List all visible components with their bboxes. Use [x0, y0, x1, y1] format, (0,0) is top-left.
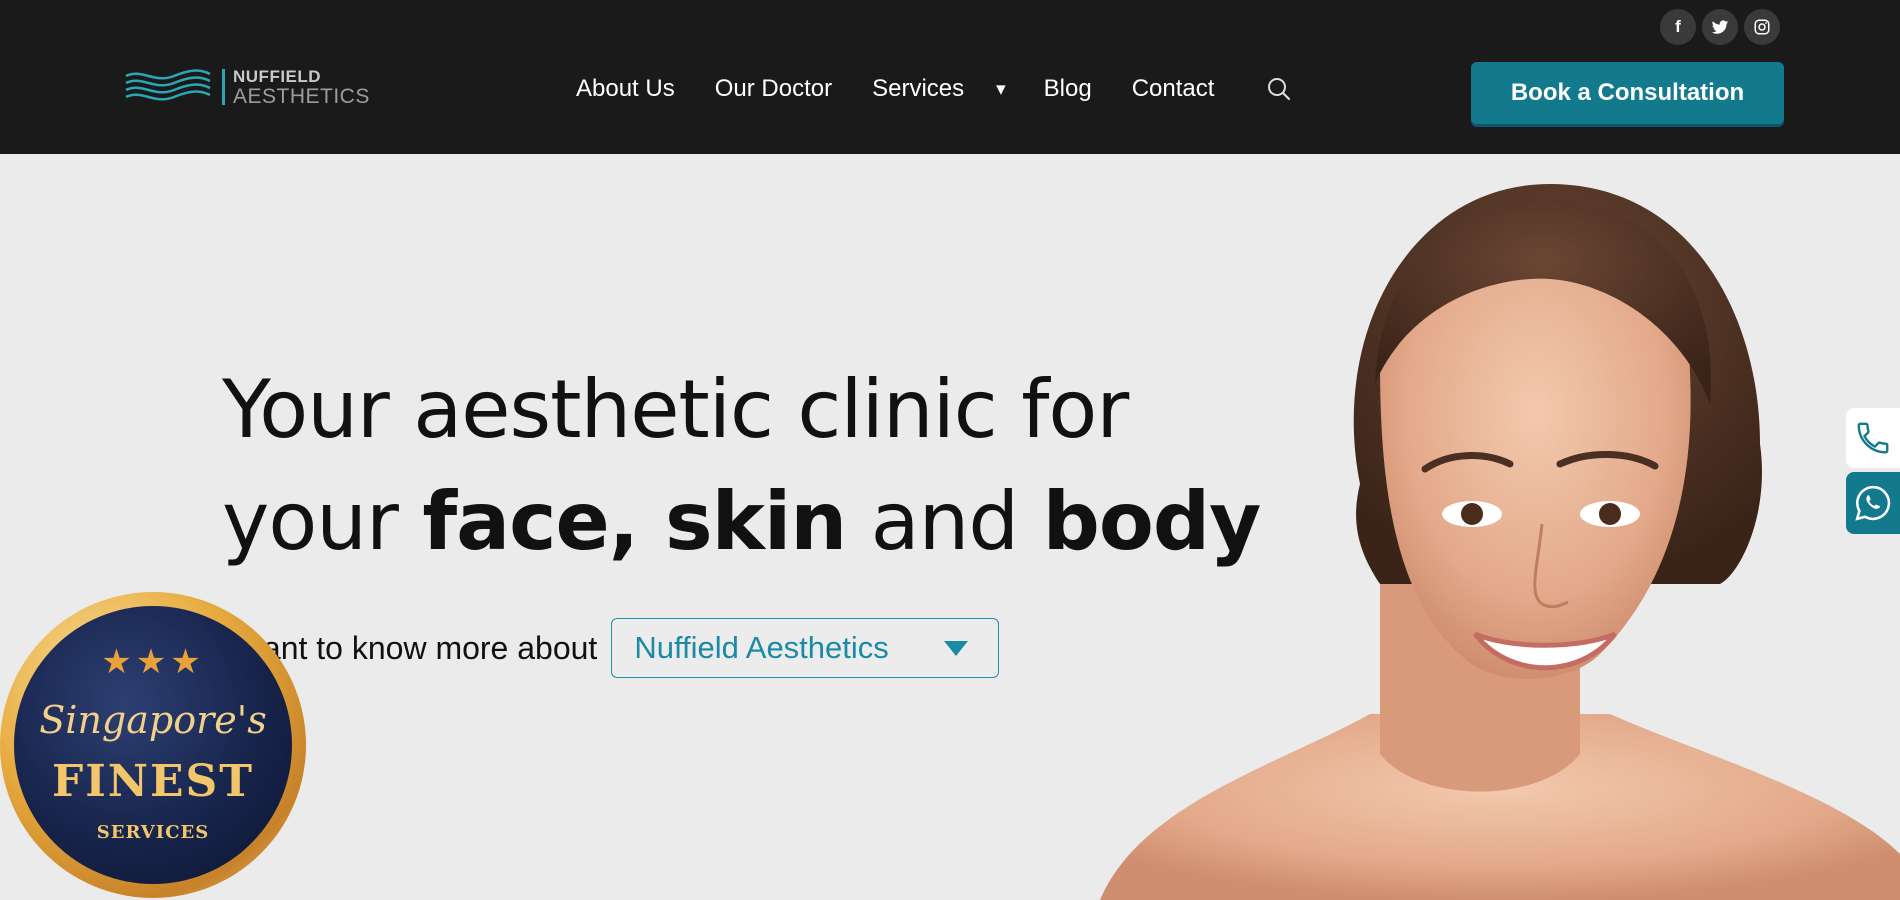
whatsapp-icon — [1855, 485, 1891, 521]
whatsapp-button[interactable] — [1846, 472, 1900, 534]
book-consultation-button[interactable]: Book a Consultation — [1471, 62, 1784, 124]
hero-title-line2-mid: and — [846, 475, 1043, 568]
singapores-finest-badge[interactable]: ★★★ Singapore's FINEST SERVICES — [0, 590, 310, 900]
hero-title-bold-face-skin: face, skin — [422, 475, 847, 568]
badge-finest-text: FINEST — [51, 756, 255, 807]
logo-line1: NUFFIELD — [233, 66, 322, 86]
topic-dropdown[interactable]: Nuffield Aesthetics — [611, 618, 1000, 678]
call-button[interactable] — [1846, 408, 1900, 468]
hero-portrait-image — [1100, 184, 1900, 900]
nav-about-us[interactable]: About Us — [576, 75, 675, 103]
phone-icon — [1857, 422, 1889, 454]
badge-services-text: SERVICES — [96, 822, 210, 843]
main-nav: About Us Our Doctor Services ▾ Blog Cont… — [576, 75, 1292, 103]
twitter-icon — [1711, 20, 1729, 34]
nav-blog[interactable]: Blog — [1044, 75, 1092, 103]
social-links: f — [1660, 9, 1780, 45]
topic-dropdown-value: Nuffield Aesthetics — [634, 630, 889, 665]
logo-line2: AESTHETICS — [233, 84, 370, 108]
topic-selector-row: I want to know more about Nuffield Aesth… — [222, 618, 1000, 678]
instagram-icon — [1754, 19, 1770, 35]
nav-contact[interactable]: Contact — [1132, 75, 1215, 103]
hero-title-line2-pre: your — [222, 475, 423, 568]
site-header: f NUFFIELD AESTHETICS About Us Our Docto… — [0, 0, 1900, 154]
badge-stars: ★★★ — [101, 643, 205, 681]
services-dropdown-icon[interactable]: ▾ — [996, 78, 1006, 101]
twitter-button[interactable] — [1702, 9, 1738, 45]
logo-divider — [222, 69, 225, 105]
hero-title-line1: Your aesthetic clinic for — [222, 363, 1129, 456]
site-logo[interactable]: NUFFIELD AESTHETICS — [124, 66, 370, 108]
dropdown-arrow-icon — [944, 640, 969, 656]
badge-center: ★★★ Singapore's FINEST SERVICES — [14, 606, 292, 884]
instagram-button[interactable] — [1744, 9, 1780, 45]
nav-our-doctor[interactable]: Our Doctor — [715, 75, 832, 103]
search-icon[interactable] — [1266, 76, 1292, 102]
logo-wordmark: NUFFIELD AESTHETICS — [233, 68, 370, 107]
badge-script-text: Singapore's — [39, 698, 267, 742]
facebook-icon: f — [1675, 17, 1681, 36]
nav-services[interactable]: Services — [872, 75, 964, 103]
logo-waves-icon — [125, 69, 211, 101]
facebook-button[interactable]: f — [1660, 9, 1696, 45]
